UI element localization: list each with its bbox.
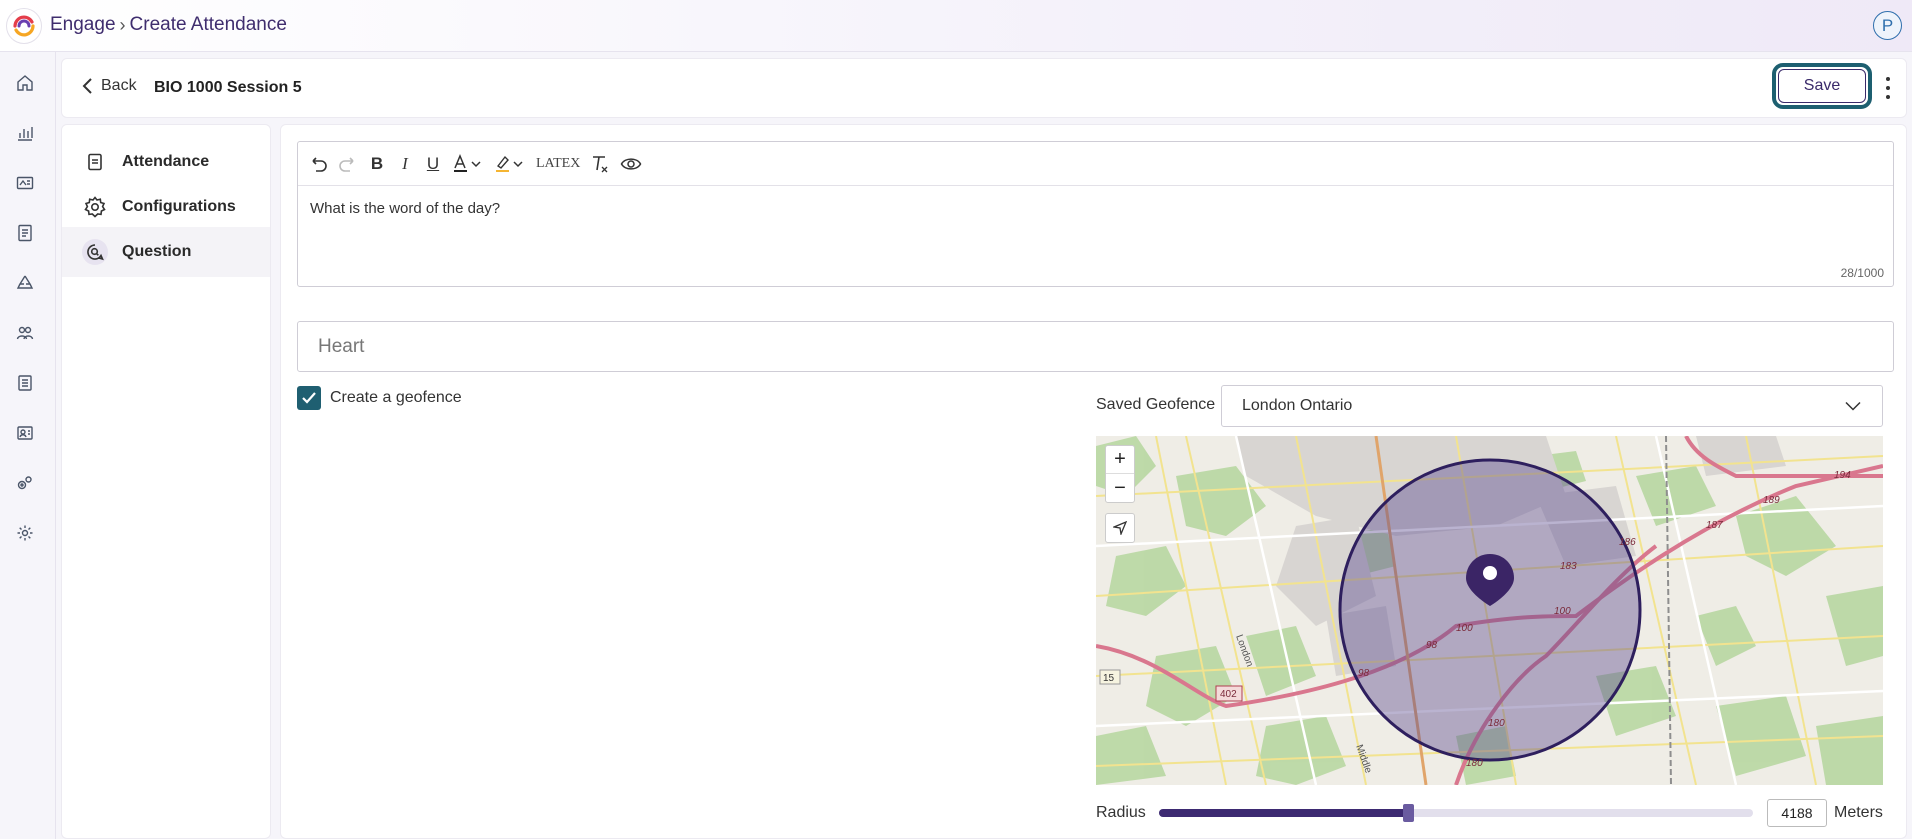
chat-search-icon — [82, 239, 108, 265]
locate-control — [1105, 513, 1135, 543]
bold-icon[interactable]: B — [368, 149, 386, 179]
breadcrumb-engage[interactable]: Engage — [50, 14, 116, 36]
session-header: Back BIO 1000 Session 5 Save — [61, 58, 1907, 118]
radius-slider[interactable] — [1159, 804, 1753, 822]
avatar[interactable]: P — [1873, 11, 1902, 40]
zoom-controls: + − — [1105, 445, 1135, 503]
gears-icon[interactable] — [14, 472, 36, 494]
save-button-focus-ring: Save — [1772, 63, 1872, 109]
chevron-left-icon — [82, 78, 92, 94]
id-card-icon[interactable] — [14, 172, 36, 194]
notes-icon[interactable] — [14, 372, 36, 394]
back-label: Back — [101, 77, 137, 94]
editor-toolbar: B I U LATEX — [298, 142, 1893, 186]
route-shield-402: 402 — [1215, 685, 1243, 702]
engage-logo-icon[interactable] — [6, 8, 42, 44]
save-button[interactable]: Save — [1778, 69, 1866, 103]
section-nav: Attendance Configurations Question — [61, 124, 271, 839]
road-label: 180 — [1466, 758, 1483, 769]
report-icon[interactable] — [14, 222, 36, 244]
redo-icon[interactable] — [338, 149, 358, 179]
chevron-right-icon: › — [119, 14, 126, 35]
text-color-icon[interactable] — [452, 149, 484, 179]
saved-geofence-select[interactable]: London Ontario — [1221, 385, 1883, 427]
nav-item-configurations[interactable]: Configurations — [62, 182, 270, 232]
chevron-down-icon — [1845, 401, 1861, 411]
breadcrumb-current: Create Attendance — [129, 14, 287, 35]
map-tiles: 194 189 187 186 183 100 100 98 98 180 18… — [1096, 436, 1883, 785]
radius-slider-fill — [1159, 809, 1409, 817]
nav-item-label: Attendance — [122, 153, 210, 170]
rich-text-editor: B I U LATEX What is the word of the day?… — [297, 141, 1894, 287]
svg-text:15: 15 — [1103, 673, 1115, 684]
road-label: 189 — [1763, 495, 1780, 506]
zoom-out-icon[interactable]: − — [1106, 474, 1134, 502]
question-text[interactable]: What is the word of the day? — [310, 200, 500, 217]
latex-button[interactable]: LATEX — [536, 149, 580, 179]
breadcrumb: Engage › Create Attendance — [50, 14, 287, 36]
question-panel: B I U LATEX What is the word of the day?… — [280, 124, 1907, 839]
svg-text:402: 402 — [1220, 689, 1237, 700]
preview-eye-icon[interactable] — [620, 149, 642, 179]
road-label: 194 — [1834, 470, 1851, 481]
radius-unit: Meters — [1834, 804, 1883, 821]
undo-icon[interactable] — [308, 149, 328, 179]
radius-input[interactable] — [1767, 799, 1827, 827]
road-label: 98 — [1426, 640, 1438, 651]
saved-geofence-label: Saved Geofence — [1096, 396, 1216, 413]
more-options-icon[interactable] — [1886, 77, 1892, 99]
settings-icon[interactable] — [14, 522, 36, 544]
zoom-in-icon[interactable]: + — [1106, 446, 1134, 474]
page-title: BIO 1000 Session 5 — [154, 79, 302, 96]
answer-input[interactable] — [297, 321, 1894, 372]
radius-label: Radius — [1096, 804, 1146, 821]
contacts-icon[interactable] — [14, 422, 36, 444]
underline-icon[interactable]: U — [424, 149, 442, 179]
road-label: 100 — [1456, 623, 1473, 634]
checkmark-icon — [297, 386, 321, 410]
character-counter: 28/1000 — [1840, 266, 1884, 280]
nav-item-question[interactable]: Question — [62, 227, 270, 277]
road-label: 186 — [1619, 537, 1636, 548]
users-icon[interactable] — [14, 322, 36, 344]
create-geofence-checkbox[interactable]: Create a geofence — [297, 386, 462, 410]
bar-chart-icon[interactable] — [14, 122, 36, 144]
radius-control: Radius Meters — [1096, 795, 1883, 829]
document-icon — [82, 149, 108, 175]
nav-item-label: Configurations — [122, 198, 236, 215]
nav-item-attendance[interactable]: Attendance — [62, 137, 270, 187]
clear-format-icon[interactable] — [590, 149, 610, 179]
italic-icon[interactable]: I — [396, 149, 414, 179]
geofence-circle — [1338, 458, 1642, 762]
saved-geofence-value: London Ontario — [1242, 397, 1353, 414]
road-label: 98 — [1358, 668, 1370, 679]
checkbox-label: Create a geofence — [330, 389, 462, 406]
road-label: 100 — [1554, 606, 1571, 617]
road-label: 183 — [1560, 561, 1577, 572]
nav-item-label: Question — [122, 243, 192, 260]
app-rail — [0, 52, 56, 839]
recycle-icon[interactable] — [14, 272, 36, 294]
top-bar: Engage › Create Attendance P — [0, 0, 1912, 52]
highlight-color-icon[interactable] — [494, 149, 526, 179]
road-label: 180 — [1488, 718, 1505, 729]
back-button[interactable]: Back — [81, 77, 137, 95]
radius-slider-thumb[interactable] — [1403, 804, 1415, 822]
road-label: 187 — [1706, 520, 1723, 531]
locate-arrow-icon[interactable] — [1106, 514, 1134, 542]
home-icon[interactable] — [14, 72, 36, 94]
geofence-map[interactable]: 194 189 187 186 183 100 100 98 98 180 18… — [1096, 436, 1883, 785]
gear-icon — [82, 194, 108, 220]
route-shield-15: 15 — [1099, 669, 1121, 685]
